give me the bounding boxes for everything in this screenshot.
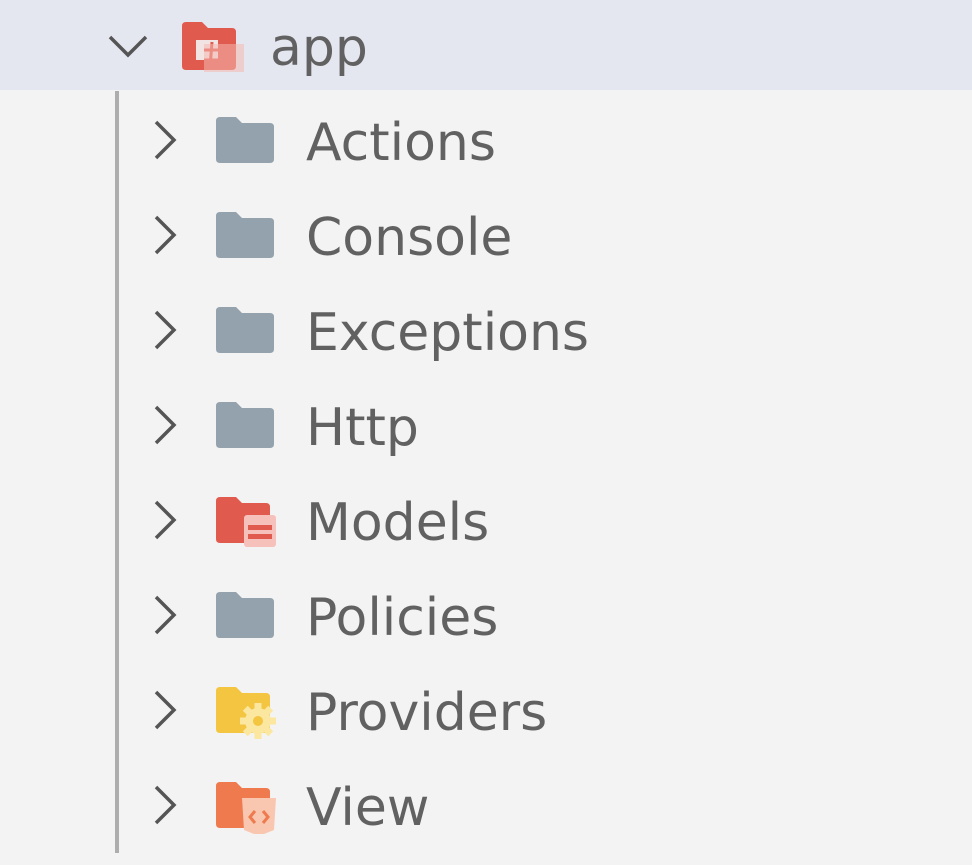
- folder-models-icon: [214, 495, 278, 549]
- chevron-right-icon[interactable]: [140, 211, 188, 259]
- tree-item-label: Models: [306, 493, 490, 553]
- chevron-right-icon[interactable]: [140, 306, 188, 354]
- tree-item-policies[interactable]: Policies: [0, 570, 972, 660]
- folder-view-icon: [214, 780, 278, 836]
- file-explorer-tree: app Actions Console Exceptions Http Mode…: [0, 0, 972, 865]
- tree-item-providers[interactable]: Providers: [0, 665, 972, 755]
- folder-icon: [214, 590, 278, 644]
- tree-item-label: Http: [306, 398, 419, 458]
- tree-item-models[interactable]: Models: [0, 475, 972, 565]
- tree-item-label: Actions: [306, 113, 496, 173]
- folder-app-icon: [180, 20, 244, 74]
- folder-icon: [214, 400, 278, 454]
- chevron-right-icon[interactable]: [140, 496, 188, 544]
- tree-item-label: View: [306, 778, 430, 838]
- tree-item-label: Console: [306, 208, 513, 268]
- tree-item-label: app: [270, 18, 368, 78]
- tree-item-http[interactable]: Http: [0, 380, 972, 470]
- tree-item-label: Policies: [306, 588, 499, 648]
- chevron-down-icon[interactable]: [104, 21, 152, 69]
- chevron-right-icon[interactable]: [140, 686, 188, 734]
- chevron-right-icon[interactable]: [140, 781, 188, 829]
- tree-item-exceptions[interactable]: Exceptions: [0, 285, 972, 375]
- chevron-right-icon[interactable]: [140, 591, 188, 639]
- folder-config-icon: [214, 685, 278, 739]
- tree-item-console[interactable]: Console: [0, 190, 972, 280]
- tree-item-label: Providers: [306, 683, 548, 743]
- folder-icon: [214, 210, 278, 264]
- tree-item-view[interactable]: View: [0, 760, 972, 850]
- tree-item-label: Exceptions: [306, 303, 590, 363]
- chevron-right-icon[interactable]: [140, 116, 188, 164]
- tree-item-actions[interactable]: Actions: [0, 95, 972, 185]
- folder-icon: [214, 305, 278, 359]
- tree-item-app[interactable]: app: [0, 0, 972, 90]
- chevron-right-icon[interactable]: [140, 401, 188, 449]
- folder-icon: [214, 115, 278, 169]
